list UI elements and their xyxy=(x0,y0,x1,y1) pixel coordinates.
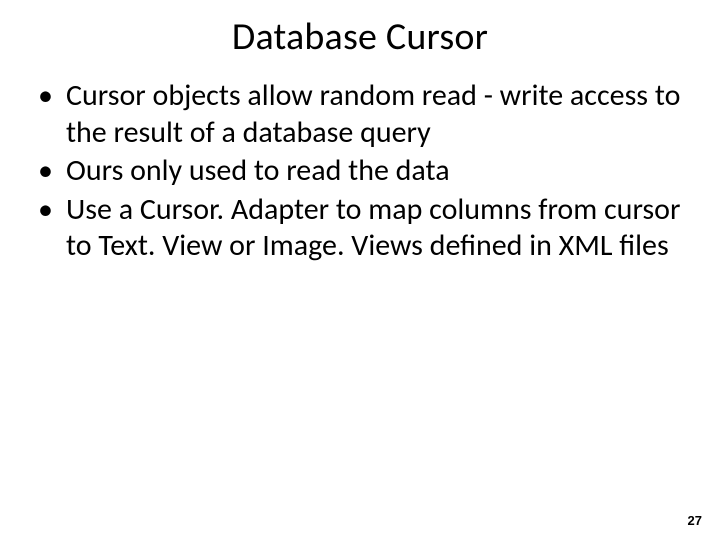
slide-title: Database Cursor xyxy=(0,0,720,70)
page-number: 27 xyxy=(688,513,702,528)
slide-body: Cursor objects allow random read - write… xyxy=(0,78,720,265)
bullet-item: Use a Cursor. Adapter to map columns fro… xyxy=(30,192,690,265)
bullet-item: Cursor objects allow random read - write… xyxy=(30,78,690,151)
bullet-item: Ours only used to read the data xyxy=(30,153,690,190)
slide: Database Cursor Cursor objects allow ran… xyxy=(0,0,720,540)
bullet-list: Cursor objects allow random read - write… xyxy=(30,78,690,265)
